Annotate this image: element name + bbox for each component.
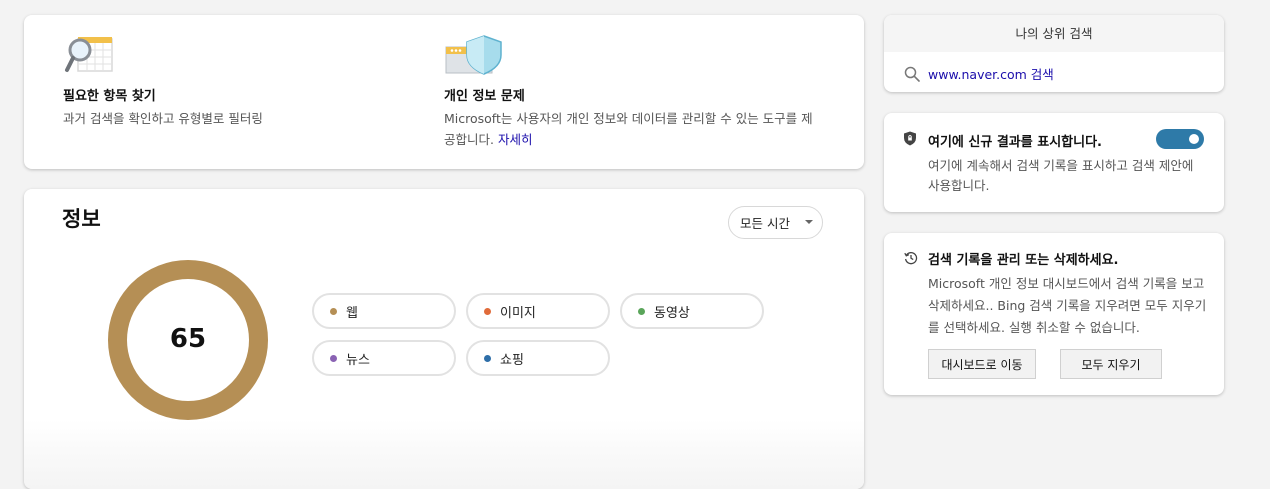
manage-title: 검색 기록을 관리 또는 삭제하세요.: [928, 253, 1119, 268]
count-donut: 65: [108, 260, 268, 420]
show-results-card: 여기에 신규 결과를 표시합니다. 여기에 계속해서 검색 기록을 표시하고 검…: [884, 113, 1224, 212]
show-results-toggle[interactable]: [1156, 129, 1204, 149]
learn-more-link[interactable]: 자세히: [498, 132, 533, 147]
category-label-videos: 동영상: [654, 305, 690, 321]
category-pill-web[interactable]: 웹: [312, 293, 456, 329]
feature-desc-find: 과거 검색을 확인하고 유형별로 필터링: [63, 111, 263, 126]
category-dot-shopping: [484, 354, 491, 362]
magnifier-calendar-icon: [64, 35, 116, 79]
feature-title-privacy: 개인 정보 문제: [444, 89, 525, 104]
shield-password-icon: [444, 33, 504, 77]
category-dot-web: [330, 307, 337, 315]
show-results-desc: 여기에 계속해서 검색 기록을 표시하고 검색 제안에 사용합니다.: [928, 158, 1194, 193]
donut-count: 65: [169, 324, 207, 354]
top-searches-header: 나의 상위 검색: [884, 15, 1224, 52]
time-filter-label: 모든 시간: [740, 216, 790, 231]
manage-history-card: 검색 기록을 관리 또는 삭제하세요. Microsoft 개인 정보 대시보드…: [884, 233, 1224, 395]
show-results-title: 여기에 신규 결과를 표시합니다.: [928, 135, 1102, 150]
category-pill-news[interactable]: 뉴스: [312, 340, 456, 376]
features-card: 필요한 항목 찾기 과거 검색을 확인하고 유형별로 필터링 개인 정보 문제 …: [24, 15, 864, 169]
category-pill-images[interactable]: 이미지: [466, 293, 610, 329]
top-search-item[interactable]: www.naver.com 검색: [904, 64, 1054, 83]
info-card: 정보 모든 시간 65 웹 이미지 동영상 뉴스 쇼핑: [24, 189, 864, 489]
category-pill-shopping[interactable]: 쇼핑: [466, 340, 610, 376]
top-searches-card: 나의 상위 검색 www.naver.com 검색: [884, 15, 1224, 92]
category-label-web: 웹: [346, 305, 358, 321]
toggle-knob: [1189, 134, 1199, 144]
info-title: 정보: [62, 207, 101, 231]
category-label-images: 이미지: [500, 305, 536, 321]
manage-desc: Microsoft 개인 정보 대시보드에서 검색 기록을 보고 삭제하세요..…: [928, 276, 1207, 335]
time-filter-dropdown[interactable]: 모든 시간: [728, 206, 823, 239]
category-dot-videos: [638, 307, 645, 315]
go-to-dashboard-button[interactable]: 대시보드로 이동: [928, 349, 1036, 379]
history-icon: [904, 250, 918, 265]
category-dot-news: [330, 354, 337, 362]
chevron-down-icon: [805, 220, 813, 224]
shield-icon: [903, 131, 917, 146]
clear-all-button[interactable]: 모두 지우기: [1060, 349, 1162, 379]
search-icon: [904, 66, 920, 82]
feature-title-find: 필요한 항목 찾기: [63, 89, 156, 104]
top-search-link[interactable]: www.naver.com 검색: [928, 64, 1054, 83]
category-label-shopping: 쇼핑: [500, 352, 524, 368]
category-pill-videos[interactable]: 동영상: [620, 293, 764, 329]
category-dot-images: [484, 307, 491, 315]
feature-desc-privacy: Microsoft는 사용자의 개인 정보와 데이터를 관리할 수 있는 도구를…: [444, 108, 824, 150]
category-label-news: 뉴스: [346, 352, 370, 368]
